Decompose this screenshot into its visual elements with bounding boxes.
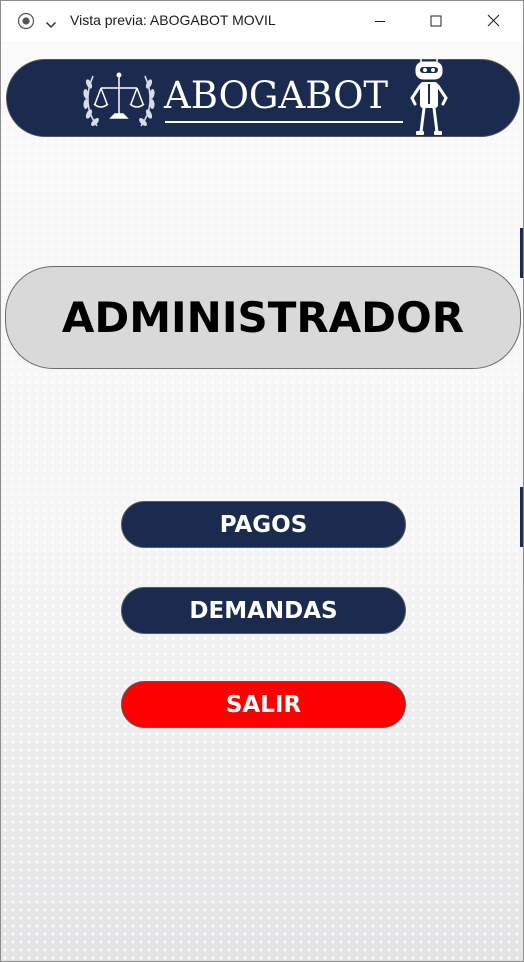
scales-of-justice-laurel-icon [79, 64, 159, 138]
role-banner: ADMINISTRADOR [5, 266, 521, 369]
edge-accent [520, 228, 523, 278]
record-icon[interactable] [17, 12, 35, 34]
close-button[interactable] [464, 1, 522, 42]
pagos-button[interactable]: PAGOS [121, 501, 406, 548]
chevron-down-icon[interactable] [45, 15, 57, 34]
demandas-button[interactable]: DEMANDAS [121, 587, 406, 634]
title-bar: Vista previa: ABOGABOT MOVIL [1, 1, 523, 42]
app-window: Vista previa: ABOGABOT MOVIL ABOGABOT AD… [0, 0, 524, 962]
maximize-button[interactable] [407, 1, 465, 42]
brand-name: ABOGABOT [164, 74, 389, 117]
robot-mascot-icon [407, 56, 451, 144]
window-title: Vista previa: ABOGABOT MOVIL [70, 12, 276, 28]
app-content: ABOGABOT ADMINISTRADOR PAGOS DEMANDAS SA… [1, 42, 523, 961]
minimize-button[interactable] [351, 1, 409, 42]
close-icon [487, 12, 500, 31]
brand-underline [165, 121, 403, 123]
salir-button[interactable]: SALIR [121, 681, 406, 728]
role-title: ADMINISTRADOR [61, 293, 465, 342]
minimize-icon [374, 12, 386, 31]
brand-header: ABOGABOT [6, 58, 520, 138]
maximize-icon [430, 12, 442, 31]
edge-accent [520, 487, 523, 547]
